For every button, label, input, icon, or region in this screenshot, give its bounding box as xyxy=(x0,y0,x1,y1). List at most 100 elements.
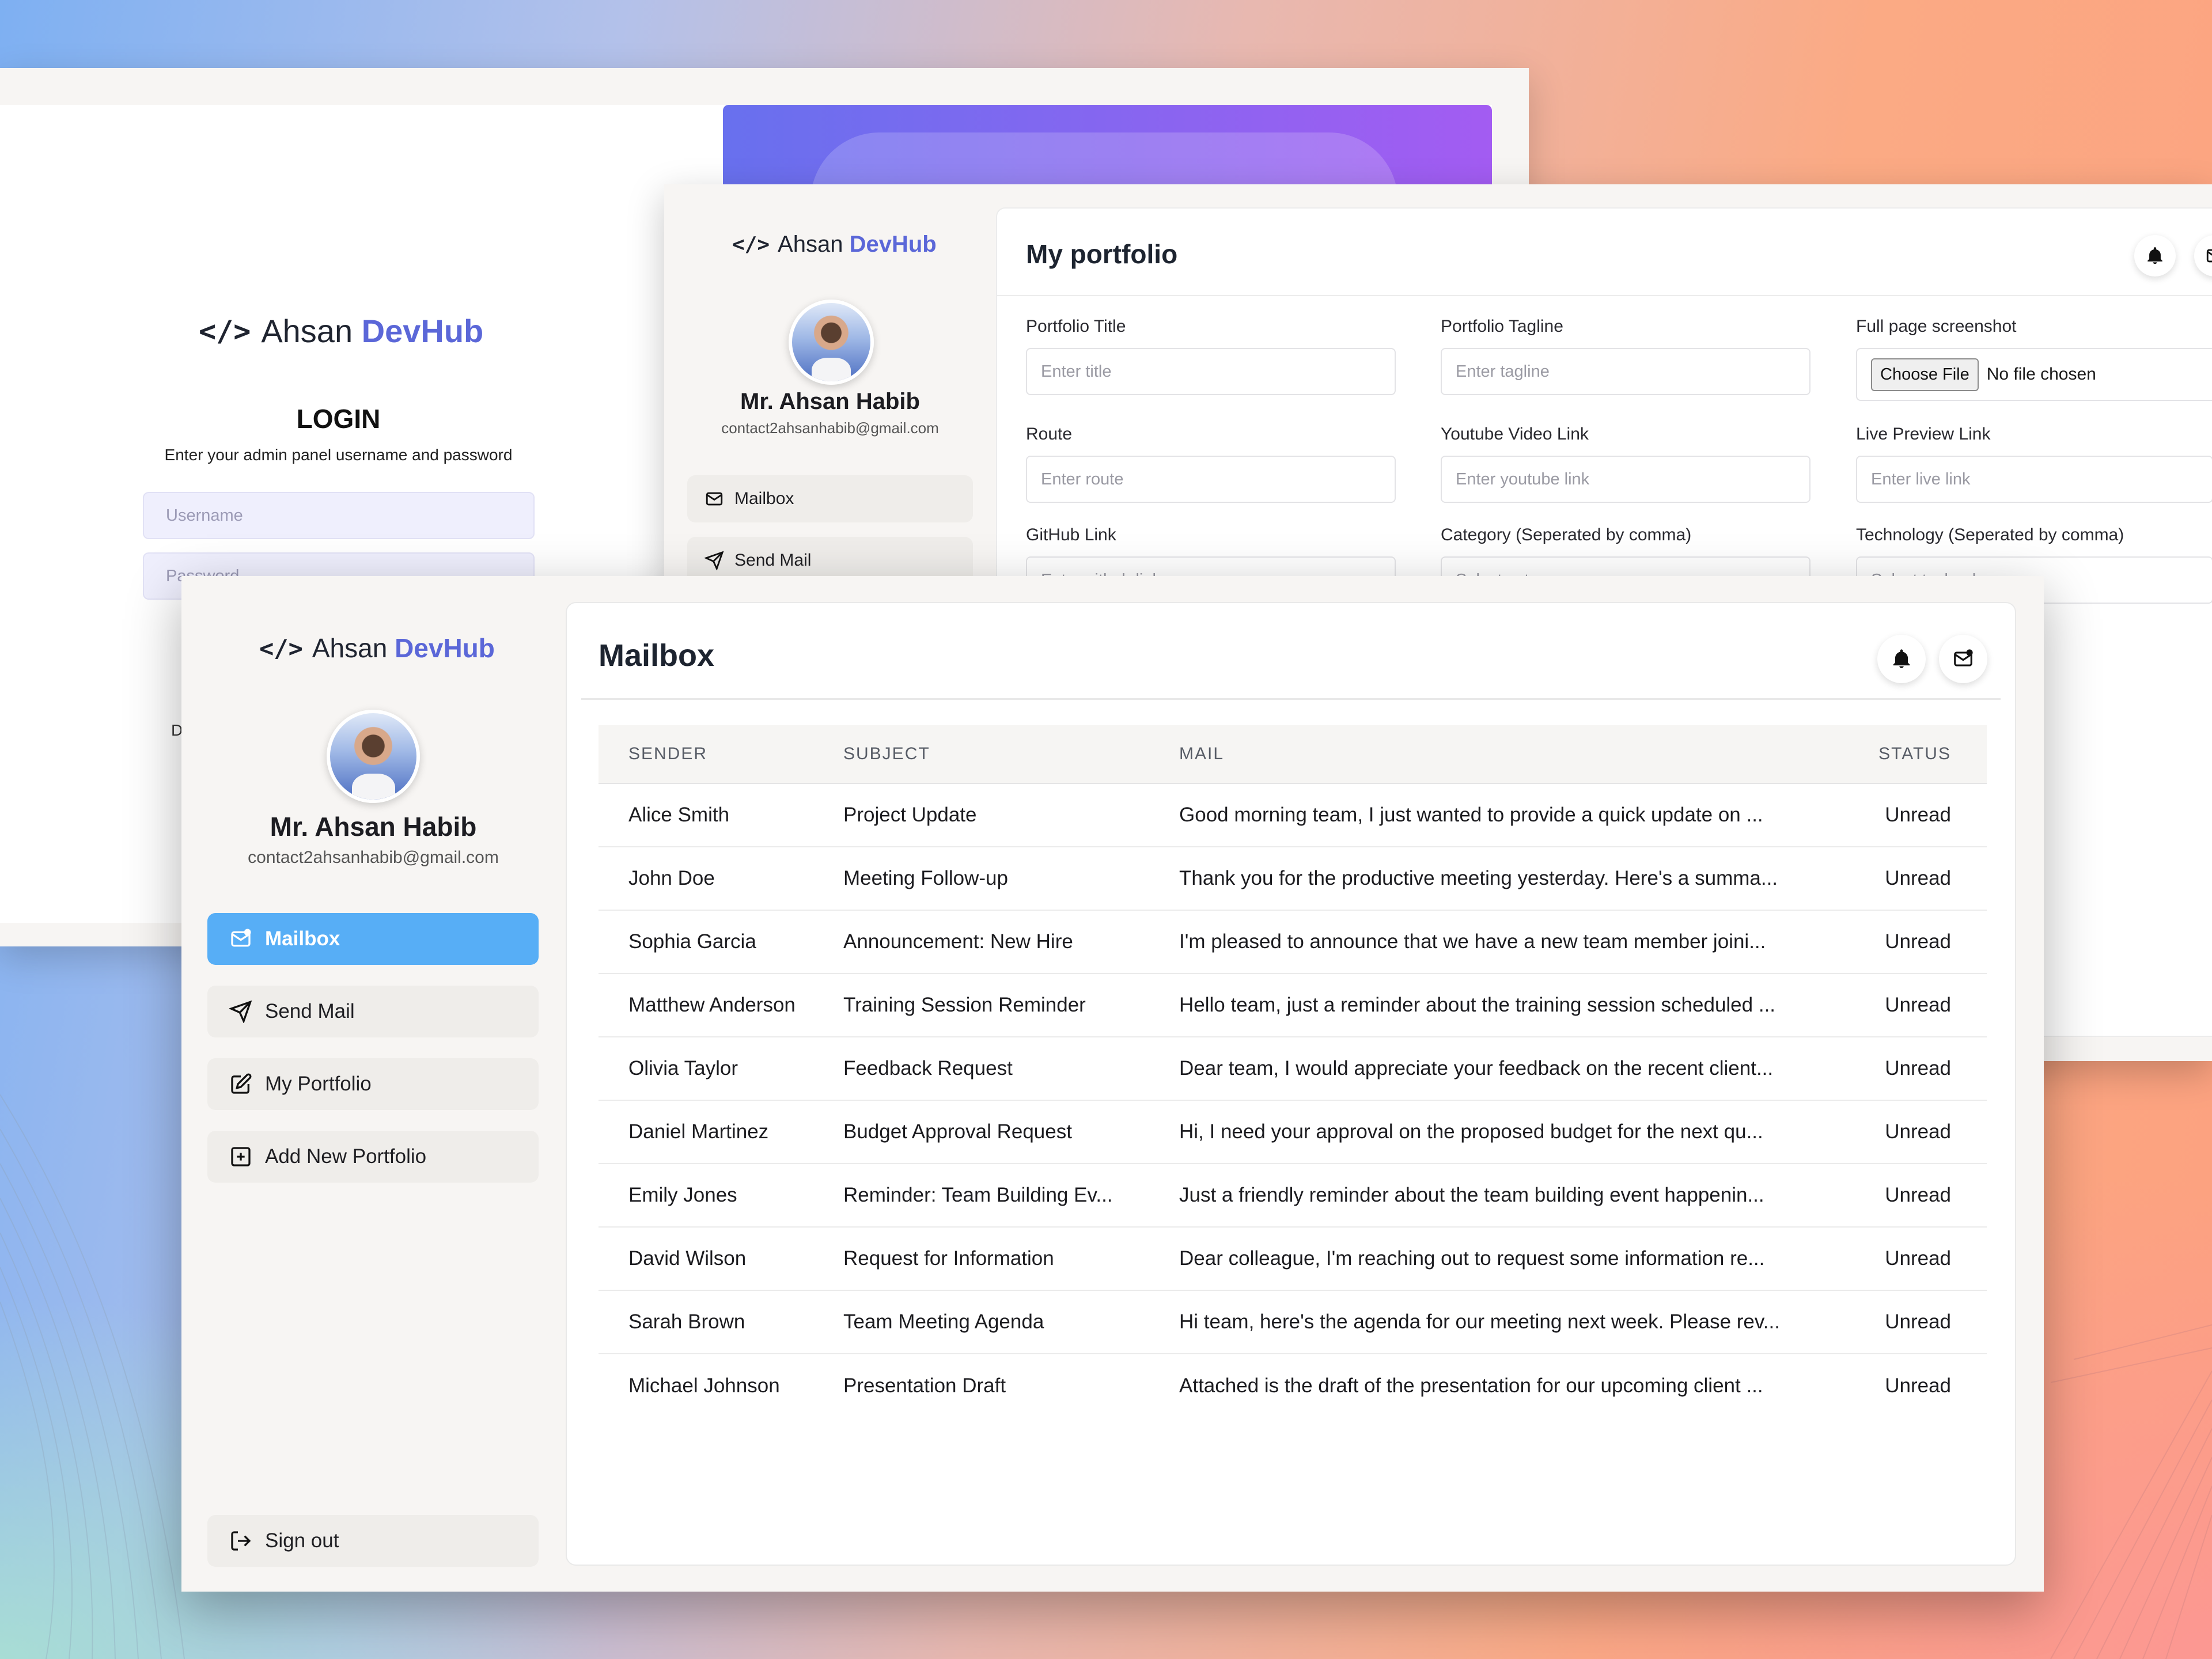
field-label: Portfolio Tagline xyxy=(1441,317,1563,336)
cell-subject: Meeting Follow-up xyxy=(843,867,1008,889)
field-label: Portfolio Title xyxy=(1026,317,1126,336)
mailbox-icon xyxy=(231,929,251,947)
divider xyxy=(581,698,2001,700)
column-header-sender: SENDER xyxy=(628,744,708,763)
send-icon xyxy=(704,551,724,570)
sidebar-item-my-portfolio[interactable]: My Portfolio xyxy=(207,1058,539,1110)
table-row[interactable]: Sarah Brown Team Meeting Agenda Hi team,… xyxy=(599,1291,1987,1354)
cell-status: Unread xyxy=(1885,1374,1951,1397)
field-label: Technology (Seperated by comma) xyxy=(1856,525,2124,544)
notification-button[interactable] xyxy=(1877,635,1926,683)
cell-mail: Hi, I need your approval on the proposed… xyxy=(1179,1120,1763,1143)
sidebar-item-add-new-portfolio[interactable]: Add New Portfolio xyxy=(207,1131,539,1183)
field-label: Youtube Video Link xyxy=(1441,425,1589,444)
portfolio-title-input[interactable]: Enter title xyxy=(1026,348,1396,395)
divider xyxy=(997,295,2212,296)
cell-status: Unread xyxy=(1885,867,1951,889)
youtube-input[interactable]: Enter youtube link xyxy=(1441,456,1810,503)
edit-icon xyxy=(231,1073,252,1094)
portfolio-title-field: Portfolio Title Enter title xyxy=(1026,317,1396,395)
brand-name-plain: Ahsan xyxy=(312,633,388,663)
cell-status: Unread xyxy=(1885,804,1951,826)
screenshot-field: Full page screenshot Choose File No file… xyxy=(1856,317,2212,401)
mailbox-window: </> Ahsan DevHub Mr. Ahsan Habib contact… xyxy=(181,576,2044,1592)
username-input[interactable]: Username xyxy=(143,492,535,539)
choose-file-button[interactable]: Choose File xyxy=(1871,358,1979,391)
table-row[interactable]: John Doe Meeting Follow-up Thank you for… xyxy=(599,847,1987,911)
brand-name-accent: DevHub xyxy=(849,232,937,257)
cell-status: Unread xyxy=(1885,1120,1951,1143)
sidebar-item-send-mail[interactable]: Send Mail xyxy=(207,986,539,1037)
cell-subject: Feedback Request xyxy=(843,1057,1013,1080)
cell-sender: Emily Jones xyxy=(628,1184,737,1206)
profile-name: Mr. Ahsan Habib xyxy=(740,389,920,414)
sidebar-item-label: Send Mail xyxy=(265,1000,355,1022)
sidebar-item-label: Mailbox xyxy=(734,489,794,508)
cell-sender: David Wilson xyxy=(628,1247,747,1270)
cell-mail: Hello team, just a reminder about the tr… xyxy=(1179,994,1776,1016)
page-title: My portfolio xyxy=(1026,239,1178,269)
field-label: Live Preview Link xyxy=(1856,425,1991,444)
table-row[interactable]: Matthew Anderson Training Session Remind… xyxy=(599,974,1987,1037)
brand-name-plain: Ahsan xyxy=(778,232,843,257)
table-row[interactable]: David Wilson Request for Information Dea… xyxy=(599,1228,1987,1291)
cell-sender: John Doe xyxy=(628,867,715,889)
field-label: Route xyxy=(1026,425,1073,444)
cell-subject: Budget Approval Request xyxy=(843,1120,1072,1143)
table-row[interactable]: Daniel Martinez Budget Approval Request … xyxy=(599,1101,1987,1164)
column-header-status: STATUS xyxy=(1878,744,1951,763)
live-preview-input[interactable]: Enter live link xyxy=(1856,456,2212,503)
cell-status: Unread xyxy=(1885,994,1951,1016)
route-field: Route Enter route xyxy=(1026,425,1396,503)
cell-subject: Presentation Draft xyxy=(843,1374,1006,1397)
route-input[interactable]: Enter route xyxy=(1026,456,1396,503)
notification-button[interactable] xyxy=(2134,235,2176,276)
cell-subject: Request for Information xyxy=(843,1247,1054,1270)
send-icon xyxy=(229,1000,252,1023)
cell-sender: Sarah Brown xyxy=(628,1310,745,1333)
mail-button[interactable] xyxy=(2194,235,2212,276)
mail-table: SENDER SUBJECT MAIL STATUS Alice Smith P… xyxy=(599,725,1987,1418)
table-row[interactable]: Sophia Garcia Announcement: New Hire I'm… xyxy=(599,911,1987,974)
login-title: LOGIN xyxy=(296,404,381,434)
youtube-field: Youtube Video Link Enter youtube link xyxy=(1441,425,1810,503)
portfolio-tagline-input[interactable]: Enter tagline xyxy=(1441,348,1810,395)
mailbox-panel: Mailbox SENDER SUBJECT MAIL STATUS Alice… xyxy=(566,602,2016,1566)
mail-icon xyxy=(1954,649,1973,666)
cell-subject: Team Meeting Agenda xyxy=(843,1310,1044,1333)
sign-out-button[interactable]: Sign out xyxy=(207,1515,539,1567)
page-title: Mailbox xyxy=(599,638,715,673)
profile-email: contact2ahsanhabib@gmail.com xyxy=(248,848,499,867)
avatar xyxy=(327,710,420,803)
sidebar-item-mailbox[interactable]: Mailbox xyxy=(207,913,539,965)
cell-sender: Michael Johnson xyxy=(628,1374,780,1397)
screenshot-file-input[interactable]: Choose File No file chosen xyxy=(1856,348,2212,401)
field-label: GitHub Link xyxy=(1026,525,1116,544)
code-icon: </> xyxy=(732,233,770,256)
cell-mail: I'm pleased to announce that we have a n… xyxy=(1179,930,1766,953)
brand-logo: </> Ahsan DevHub xyxy=(732,232,937,257)
table-row[interactable]: Emily Jones Reminder: Team Building Ev..… xyxy=(599,1164,1987,1228)
cell-mail: Attached is the draft of the presentatio… xyxy=(1179,1374,1763,1397)
brand-name-accent: DevHub xyxy=(361,313,484,349)
bell-icon xyxy=(2147,247,2162,264)
profile-name: Mr. Ahsan Habib xyxy=(270,812,477,842)
sidebar-item-label: Mailbox xyxy=(265,927,340,950)
cell-subject: Project Update xyxy=(843,804,977,826)
cell-status: Unread xyxy=(1885,1247,1951,1270)
cell-status: Unread xyxy=(1885,930,1951,953)
brand-logo: </> Ahsan DevHub xyxy=(259,632,495,664)
cell-sender: Matthew Anderson xyxy=(628,994,796,1016)
code-icon: </> xyxy=(199,314,251,348)
cell-subject: Announcement: New Hire xyxy=(843,930,1073,953)
table-row[interactable]: Michael Johnson Presentation Draft Attac… xyxy=(599,1354,1987,1418)
file-status: No file chosen xyxy=(1986,365,2096,384)
mail-button[interactable] xyxy=(1939,635,1987,683)
portfolio-tagline-field: Portfolio Tagline Enter tagline xyxy=(1441,317,1810,395)
mail-icon xyxy=(2206,249,2212,263)
table-row[interactable]: Olivia Taylor Feedback Request Dear team… xyxy=(599,1037,1987,1101)
cell-mail: Hi team, here's the agenda for our meeti… xyxy=(1179,1310,1780,1333)
brand-name-plain: Ahsan xyxy=(261,313,353,349)
sidebar-item-mailbox[interactable]: Mailbox xyxy=(687,475,973,522)
table-row[interactable]: Alice Smith Project Update Good morning … xyxy=(599,784,1987,847)
